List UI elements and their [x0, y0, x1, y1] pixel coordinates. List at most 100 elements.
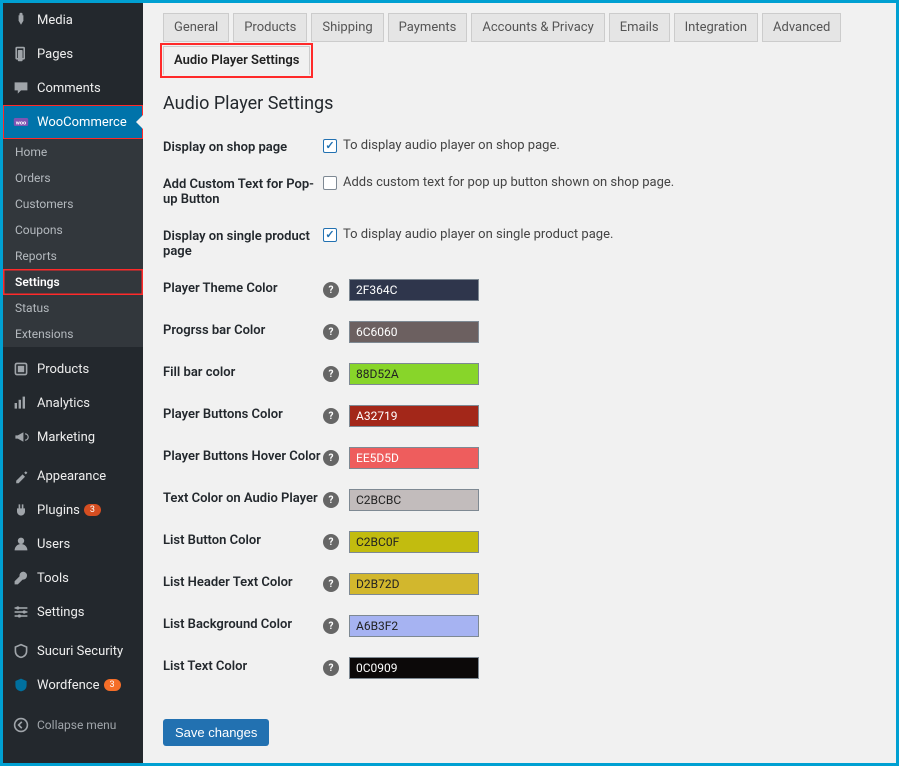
- sidebar-item-marketing[interactable]: Marketing: [3, 420, 143, 454]
- tab-advanced[interactable]: Advanced: [762, 13, 841, 42]
- sidebar-item-label: Wordfence: [37, 678, 100, 693]
- checkbox-display-shop[interactable]: [323, 139, 337, 153]
- help-icon[interactable]: ?: [323, 576, 339, 592]
- sidebar-item-sucuri-security[interactable]: Sucuri Security: [3, 634, 143, 668]
- page-title: Audio Player Settings: [163, 93, 876, 114]
- field-label: List Background Color: [163, 615, 323, 632]
- field: ?: [323, 615, 479, 637]
- color-input-player-buttons-hover-color[interactable]: [349, 447, 479, 469]
- color-input-list-text-color[interactable]: [349, 657, 479, 679]
- sidebar-item-label: WooCommerce: [37, 115, 127, 130]
- field: ?: [323, 489, 479, 511]
- sidebar-subitem-label: Reports: [15, 249, 57, 263]
- color-input-player-buttons-color[interactable]: [349, 405, 479, 427]
- color-input-fill-bar-color[interactable]: [349, 363, 479, 385]
- sidebar-item-wordfence[interactable]: Wordfence3: [3, 668, 143, 702]
- collapse-label: Collapse menu: [37, 718, 116, 732]
- field-label: List Text Color: [163, 657, 323, 674]
- sidebar-subitem-settings[interactable]: Settings: [3, 269, 143, 295]
- help-icon[interactable]: ?: [323, 618, 339, 634]
- tab-integration[interactable]: Integration: [674, 13, 758, 42]
- tab-label: Advanced: [773, 20, 830, 35]
- tab-label: Accounts & Privacy: [482, 20, 593, 35]
- sidebar-subitem-label: Customers: [15, 197, 73, 211]
- sidebar-item-media[interactable]: Media: [3, 3, 143, 37]
- color-input-text-color-on-audio-player[interactable]: [349, 489, 479, 511]
- field: ?: [323, 321, 479, 343]
- sidebar-item-plugins[interactable]: Plugins3: [3, 493, 143, 527]
- sidebar-item-settings[interactable]: Settings: [3, 595, 143, 629]
- row-color-5: Text Color on Audio Player?: [163, 489, 876, 511]
- help-icon[interactable]: ?: [323, 450, 339, 466]
- tab-accounts-privacy[interactable]: Accounts & Privacy: [471, 13, 604, 42]
- sidebar-item-tools[interactable]: Tools: [3, 561, 143, 595]
- sidebar-item-comments[interactable]: Comments: [3, 71, 143, 105]
- checkbox-display-single[interactable]: [323, 228, 337, 242]
- sidebar-item-label: Analytics: [37, 396, 90, 411]
- tab-products[interactable]: Products: [233, 13, 307, 42]
- sidebar-item-appearance[interactable]: Appearance: [3, 459, 143, 493]
- sidebar-item-label: Media: [37, 13, 73, 28]
- sidebar-subitem-reports[interactable]: Reports: [3, 243, 143, 269]
- tab-emails[interactable]: Emails: [609, 13, 670, 42]
- color-input-progrss-bar-color[interactable]: [349, 321, 479, 343]
- main-content: General Products Shipping Payments Accounts …: [143, 3, 896, 763]
- sidebar-subitem-coupons[interactable]: Coupons: [3, 217, 143, 243]
- sidebar-subitem-label: Settings: [15, 275, 60, 289]
- save-button[interactable]: Save changes: [163, 719, 269, 746]
- tab-audio-player-settings[interactable]: Audio Player Settings: [163, 46, 310, 75]
- analytics-icon: [11, 393, 31, 413]
- sidebar-subitem-orders[interactable]: Orders: [3, 165, 143, 191]
- field: ?: [323, 657, 479, 679]
- field: ?: [323, 405, 479, 427]
- sidebar-item-analytics[interactable]: Analytics: [3, 386, 143, 420]
- sidebar-subitem-label: Orders: [15, 171, 51, 185]
- tab-general[interactable]: General: [163, 13, 229, 42]
- tab-label: General: [174, 20, 218, 35]
- field: ?: [323, 363, 479, 385]
- tab-label: Products: [244, 20, 296, 35]
- color-input-player-theme-color[interactable]: [349, 279, 479, 301]
- help-icon[interactable]: ?: [323, 282, 339, 298]
- color-input-list-header-text-color[interactable]: [349, 573, 479, 595]
- help-icon[interactable]: ?: [323, 324, 339, 340]
- field-label: Add Custom Text for Pop-up Button: [163, 175, 323, 207]
- comment-icon: [11, 78, 31, 98]
- help-icon[interactable]: ?: [323, 534, 339, 550]
- badge: 3: [84, 504, 101, 516]
- marketing-icon: [11, 427, 31, 447]
- tab-shipping[interactable]: Shipping: [311, 13, 383, 42]
- sidebar-subitem-label: Coupons: [15, 223, 63, 237]
- users-icon: [11, 534, 31, 554]
- tab-payments[interactable]: Payments: [388, 13, 468, 42]
- help-icon[interactable]: ?: [323, 366, 339, 382]
- collapse-menu[interactable]: Collapse menu: [3, 707, 143, 743]
- row-color-8: List Background Color?: [163, 615, 876, 637]
- sidebar-item-label: Marketing: [37, 430, 95, 445]
- collapse-icon: [11, 715, 31, 735]
- tab-label: Payments: [399, 20, 457, 35]
- media-icon: [11, 10, 31, 30]
- help-icon[interactable]: ?: [323, 408, 339, 424]
- sidebar-item-woocommerce[interactable]: woo WooCommerce: [3, 105, 143, 139]
- checkbox-custom-text[interactable]: [323, 176, 337, 190]
- field-label: List Header Text Color: [163, 573, 323, 590]
- sidebar-item-products[interactable]: Products: [3, 352, 143, 386]
- sidebar-item-label: Settings: [37, 605, 84, 620]
- sidebar-subitem-home[interactable]: Home: [3, 139, 143, 165]
- help-icon[interactable]: ?: [323, 660, 339, 676]
- sidebar-item-label: Appearance: [37, 469, 106, 484]
- color-input-list-button-color[interactable]: [349, 531, 479, 553]
- row-color-4: Player Buttons Hover Color?: [163, 447, 876, 469]
- sidebar-item-pages[interactable]: Pages: [3, 37, 143, 71]
- sidebar-subitem-customers[interactable]: Customers: [3, 191, 143, 217]
- sucuri-icon: [11, 641, 31, 661]
- row-color-7: List Header Text Color?: [163, 573, 876, 595]
- help-icon[interactable]: ?: [323, 492, 339, 508]
- sidebar-item-label: Comments: [37, 81, 101, 96]
- sidebar-subitem-status[interactable]: Status: [3, 295, 143, 321]
- sidebar-item-label: Users: [37, 537, 70, 552]
- color-input-list-background-color[interactable]: [349, 615, 479, 637]
- sidebar-item-users[interactable]: Users: [3, 527, 143, 561]
- sidebar-subitem-extensions[interactable]: Extensions: [3, 321, 143, 347]
